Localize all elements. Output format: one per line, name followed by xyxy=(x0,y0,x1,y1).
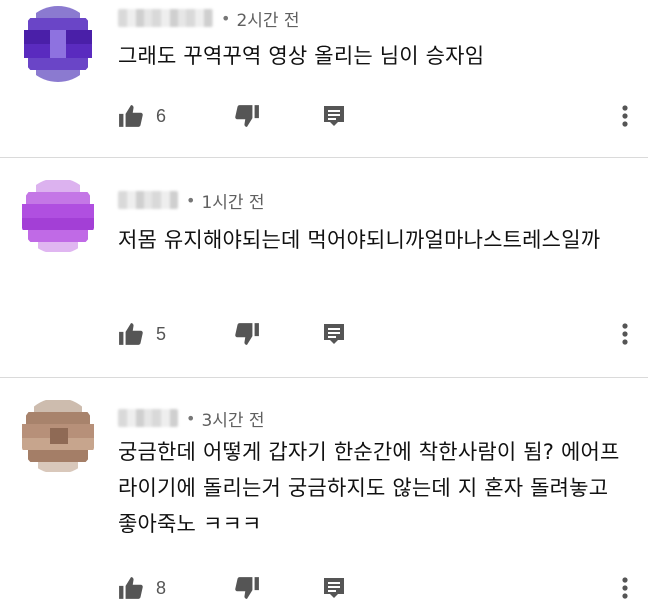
thumbs-up-icon xyxy=(118,576,144,600)
comment-actions: 5 xyxy=(118,316,638,352)
like-button[interactable]: 8 xyxy=(118,570,166,606)
meta-separator: • xyxy=(186,408,196,428)
username-blurred[interactable] xyxy=(118,191,178,209)
more-options-button[interactable] xyxy=(615,98,635,134)
comment-meta: • 1시간 전 xyxy=(118,188,265,213)
timestamp[interactable]: 1시간 전 xyxy=(201,188,264,213)
dislike-button[interactable] xyxy=(234,316,260,352)
thumbs-down-icon xyxy=(234,322,260,346)
more-vert-icon xyxy=(622,323,628,345)
like-button[interactable]: 6 xyxy=(118,98,166,134)
comment-item: • 3시간 전 궁금한데 어떻게 갑자기 한순간에 착한사람이 됨? 에어프라이… xyxy=(0,378,648,615)
dislike-button[interactable] xyxy=(234,570,260,606)
comment-text: 저몸 유지해야되는데 먹어야되니까얼마나스트레스일까 xyxy=(118,228,601,252)
comment-actions: 6 xyxy=(118,98,638,134)
thumbs-up-icon xyxy=(118,104,144,128)
username-blurred[interactable] xyxy=(118,9,213,27)
comment-actions: 8 xyxy=(118,570,638,606)
more-options-button[interactable] xyxy=(615,570,635,606)
more-vert-icon xyxy=(622,105,628,127)
avatar[interactable] xyxy=(20,398,96,474)
like-count: 5 xyxy=(156,323,167,344)
reply-icon xyxy=(322,104,346,128)
like-count: 6 xyxy=(156,105,167,126)
like-button[interactable]: 5 xyxy=(118,316,166,352)
reply-button[interactable] xyxy=(322,98,346,134)
thumbs-down-icon xyxy=(234,576,260,600)
more-options-button[interactable] xyxy=(615,316,635,352)
username-blurred[interactable] xyxy=(118,409,178,427)
reply-icon xyxy=(322,576,346,600)
dislike-button[interactable] xyxy=(234,98,260,134)
like-count: 8 xyxy=(156,577,167,598)
reply-button[interactable] xyxy=(322,316,346,352)
more-vert-icon xyxy=(622,577,628,599)
comment-text: 그래도 꾸역꾸역 영상 올리는 님이 승자임 xyxy=(118,44,485,68)
avatar[interactable] xyxy=(20,6,96,82)
reply-button[interactable] xyxy=(322,570,346,606)
comment-item: • 2시간 전 그래도 꾸역꾸역 영상 올리는 님이 승자임 6 xyxy=(0,0,648,157)
reply-icon xyxy=(322,322,346,346)
comment-meta: • 3시간 전 xyxy=(118,406,265,431)
thumbs-down-icon xyxy=(234,104,260,128)
timestamp[interactable]: 3시간 전 xyxy=(201,406,264,431)
meta-separator: • xyxy=(186,190,196,210)
meta-separator: • xyxy=(221,8,231,28)
comment-text: 궁금한데 어떻게 갑자기 한순간에 착한사람이 됨? 에어프라이기에 돌리는거 … xyxy=(118,440,620,536)
comment-meta: • 2시간 전 xyxy=(118,6,300,31)
avatar[interactable] xyxy=(20,178,96,254)
comment-item: • 1시간 전 저몸 유지해야되는데 먹어야되니까얼마나스트레스일까 5 xyxy=(0,158,648,377)
thumbs-up-icon xyxy=(118,322,144,346)
timestamp[interactable]: 2시간 전 xyxy=(236,6,299,31)
